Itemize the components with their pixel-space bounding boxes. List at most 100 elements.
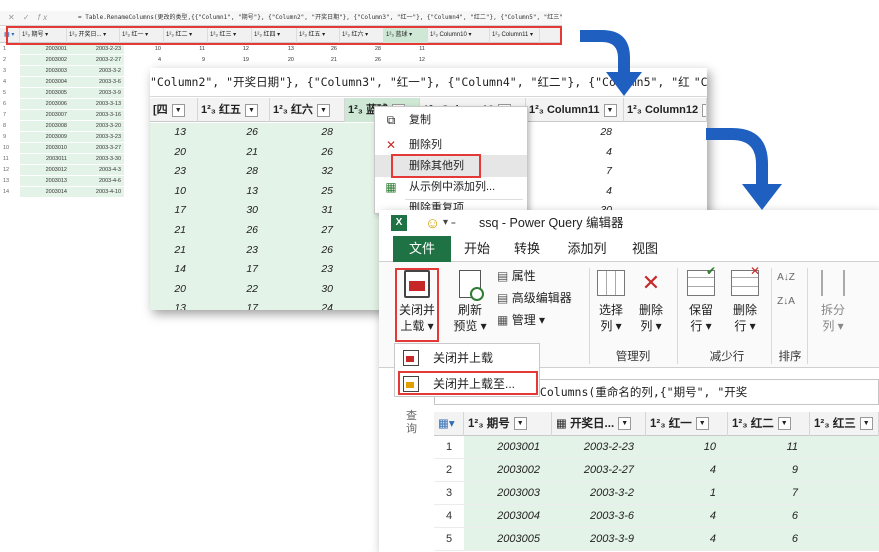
row-number: 3 <box>434 482 464 505</box>
column-filter-icon[interactable]: ▼ <box>244 103 258 117</box>
menu-close-and-load[interactable]: 关闭并上载 <box>395 345 539 371</box>
tab-add-column[interactable]: 添加列 <box>559 236 615 262</box>
properties-button[interactable]: ▤ 属性 <box>497 268 587 284</box>
column-header-label: 红六 <box>351 32 364 38</box>
cell-red4: 21 <box>150 220 198 241</box>
cell-red5: 23 <box>198 240 270 261</box>
menu-close-and-load-to[interactable]: 关闭并上载至... <box>395 371 539 397</box>
close-load-icon <box>404 270 430 298</box>
column-header[interactable]: 1²₃ 红二 ▼ <box>728 412 810 436</box>
table-menu-icon[interactable]: ▦▾ <box>434 412 464 436</box>
table-menu-icon[interactable]: ▦ ▾ <box>2 28 20 43</box>
table-row: 2 2003002 2003-2-27 4 9 <box>434 459 879 482</box>
close-load-button[interactable]: 关闭并 上载 ▾ <box>397 270 437 348</box>
cell-red2: 7 <box>728 482 810 505</box>
column-filter-icon[interactable]: ▼ <box>316 103 330 117</box>
remove-columns-button[interactable]: ✕ 删除 列 ▾ <box>633 270 669 334</box>
cell-red5: 26 <box>198 220 270 241</box>
cell-id: 2003005 <box>464 528 552 551</box>
column-filter-icon[interactable]: ▼ <box>777 417 791 431</box>
column-filter-icon[interactable]: ▾ <box>43 32 48 38</box>
qat-dropdown-icon[interactable]: ▾ ₌ <box>443 210 456 236</box>
column-type-icon: 1²₃ <box>201 104 219 116</box>
column-filter-icon[interactable]: ▾ <box>187 32 192 38</box>
menu-copy[interactable]: ⧉ 复制 <box>375 109 527 131</box>
column-header[interactable]: 1²₃ 红三 ▾ <box>208 28 252 43</box>
cell-id: 2003005 <box>20 88 70 98</box>
sort-icons[interactable]: A↓Z Z↓A <box>777 272 795 308</box>
cell-red5: 21 <box>198 142 270 163</box>
column-filter-icon[interactable]: ▾ <box>363 32 368 38</box>
column-header[interactable]: 1²₃ Column11 ▾ <box>490 28 540 43</box>
column-header[interactable]: 1²₃ 蓝球 ▾ <box>384 28 428 43</box>
column-header[interactable]: 1²₃ 红五 ▾ <box>297 28 340 43</box>
column-header-label: 开奖日... <box>78 32 102 38</box>
column-filter-icon[interactable]: ▼ <box>695 417 709 431</box>
column-header-label: 红二 <box>750 418 774 430</box>
column-header[interactable]: 1²₃ 红六 ▾ <box>340 28 384 43</box>
cell-red5: 22 <box>198 279 270 300</box>
column-header[interactable]: 1²₃ 开奖日... ▾ <box>67 28 120 43</box>
choose-columns-icon <box>597 270 625 296</box>
column-header[interactable]: 1²₃ 红二 ▾ <box>164 28 208 43</box>
column-filter-icon[interactable]: ▾ <box>467 32 471 38</box>
menu-delete-column[interactable]: ✕ 删除列 <box>375 134 527 156</box>
tab-view[interactable]: 视图 <box>623 236 667 262</box>
remove-rows-button[interactable]: ✕ 删除 行 ▾ <box>727 264 763 334</box>
cell-date: 2003-3-9 <box>552 528 646 551</box>
column-filter-icon[interactable]: ▼ <box>859 417 873 431</box>
cell-red3 <box>810 505 879 528</box>
column-header[interactable]: 1²₃ 红一 ▼ <box>646 412 728 436</box>
column-header[interactable]: 1²₃ 期号 ▼ <box>464 412 552 436</box>
column-header[interactable]: [四 ▼ <box>150 98 198 122</box>
column-header[interactable]: 1²₃ Column10 ▾ <box>428 28 490 43</box>
row-number: 7 <box>3 112 7 118</box>
column-filter-icon[interactable]: ▼ <box>618 417 632 431</box>
cell-red1: 4 <box>646 505 728 528</box>
cell-value: 26 <box>330 46 337 52</box>
keep-rows-icon: ✔ <box>687 264 716 296</box>
smiley-icon[interactable]: ☺ <box>425 211 440 237</box>
tab-transform[interactable]: 转换 <box>505 236 549 262</box>
keep-rows-button[interactable]: ✔ 保留 行 ▾ <box>683 264 719 334</box>
formula-text[interactable]: = Table.RenameColumns(更改的类型,{{"Column1",… <box>78 11 562 25</box>
group-label-reduce-rows: 减少行 <box>709 351 745 363</box>
cell-red3 <box>810 528 879 551</box>
cell-date: 2003-4-6 <box>70 176 124 186</box>
column-header[interactable]: 1²₃ 红五 ▼ <box>198 98 270 122</box>
split-column-button[interactable]: 拆分 列 ▾ <box>815 270 851 334</box>
column-header-label: 期号 <box>31 32 44 38</box>
column-filter-icon[interactable]: ▾ <box>320 32 325 38</box>
choose-columns-button[interactable]: 选择 列 ▾ <box>593 270 629 334</box>
cell-red6: 27 <box>270 220 345 241</box>
column-header[interactable]: 1²₃ 红三 ▼ <box>810 412 879 436</box>
tab-file[interactable]: 文件 <box>393 236 451 262</box>
cell-value: 26 <box>374 57 381 63</box>
column-filter-icon[interactable]: ▾ <box>407 32 412 38</box>
queries-pane-label[interactable]: 查询 <box>406 410 420 436</box>
tab-home[interactable]: 开始 <box>455 236 499 262</box>
cell-c11: 28 <box>526 123 624 143</box>
column-filter-icon[interactable]: ▾ <box>143 32 148 38</box>
cell-date: 2003-3-2 <box>552 482 646 505</box>
column-filter-icon[interactable]: ▾ <box>528 32 533 38</box>
column-filter-icon[interactable]: ▾ <box>231 32 236 38</box>
menu-add-column-from-examples[interactable]: ▦ 从示例中添加列... <box>375 176 527 198</box>
column-header[interactable]: 1²₃ 期号 ▾ <box>20 28 67 43</box>
column-filter-icon[interactable]: ▾ <box>101 32 106 38</box>
formula-icons: ✕ ✓ fx <box>8 13 51 22</box>
column-filter-icon[interactable]: ▼ <box>702 103 706 117</box>
column-header[interactable]: 1²₃ 红六 ▼ <box>270 98 345 122</box>
refresh-preview-button[interactable]: 刷新 预览 ▾ <box>449 270 491 348</box>
advanced-editor-button[interactable]: ▤ 高级编辑器 <box>497 290 592 306</box>
row-number: 13 <box>3 178 10 184</box>
menu-delete-other-columns[interactable]: 删除其他列 <box>375 155 527 177</box>
column-filter-icon[interactable]: ▼ <box>513 417 527 431</box>
column-header[interactable]: ▦ 开奖日... ▼ <box>552 412 646 436</box>
column-filter-icon[interactable]: ▼ <box>171 103 185 117</box>
column-header[interactable]: 1²₃ 红一 ▾ <box>120 28 164 43</box>
cell-date: 2003-3-6 <box>70 77 124 87</box>
column-header[interactable]: 1²₃ 红四 ▾ <box>252 28 297 43</box>
manage-button[interactable]: ▦ 管理 ▾ <box>497 312 577 328</box>
column-filter-icon[interactable]: ▾ <box>275 32 280 38</box>
